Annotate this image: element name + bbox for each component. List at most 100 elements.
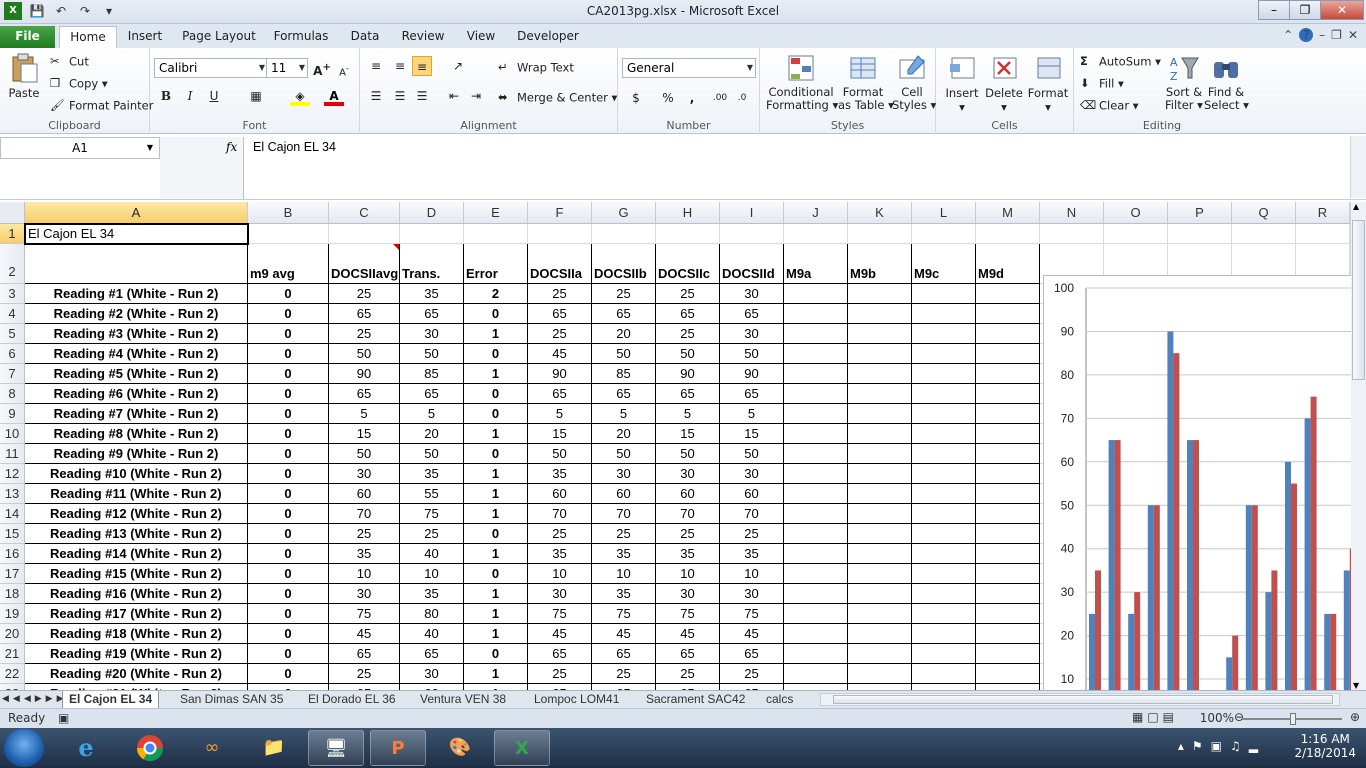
data-cell[interactable]: 0 bbox=[248, 284, 329, 304]
data-cell[interactable]: 1 bbox=[464, 424, 528, 444]
bar-series-2[interactable] bbox=[1114, 440, 1121, 690]
column-title[interactable]: DOCSIId bbox=[720, 244, 784, 284]
column-header-e[interactable]: E bbox=[464, 202, 528, 224]
column-header-i[interactable]: I bbox=[720, 202, 784, 224]
cell[interactable] bbox=[976, 304, 1040, 324]
data-cell[interactable]: 15 bbox=[656, 424, 720, 444]
data-cell[interactable]: 50 bbox=[592, 344, 656, 364]
cell[interactable] bbox=[592, 224, 656, 244]
data-cell[interactable]: 30 bbox=[656, 464, 720, 484]
bar-series-2[interactable] bbox=[1330, 613, 1337, 690]
data-cell[interactable]: 90 bbox=[329, 364, 400, 384]
align-middle-icon[interactable]: ≡ bbox=[390, 56, 410, 76]
excel-taskbar-icon[interactable]: X bbox=[494, 730, 550, 766]
cell[interactable] bbox=[784, 224, 848, 244]
column-title[interactable]: M9a bbox=[784, 244, 848, 284]
powerpoint-icon[interactable]: P bbox=[370, 730, 426, 766]
comma-icon[interactable]: , bbox=[682, 88, 702, 108]
row-header[interactable]: 2 bbox=[0, 244, 25, 284]
data-cell[interactable]: 60 bbox=[592, 484, 656, 504]
doc-restore-icon[interactable]: ❐ bbox=[1331, 28, 1342, 42]
data-cell[interactable]: 10 bbox=[400, 564, 464, 584]
tab-data[interactable]: Data bbox=[346, 26, 384, 48]
row-label[interactable]: Reading #4 (White - Run 2) bbox=[25, 344, 248, 364]
data-cell[interactable]: 25 bbox=[656, 524, 720, 544]
data-cell[interactable]: 25 bbox=[528, 664, 592, 684]
data-cell[interactable]: 0 bbox=[248, 364, 329, 384]
cell[interactable] bbox=[784, 644, 848, 664]
tab-developer[interactable]: Developer bbox=[516, 26, 580, 48]
tab-page-layout[interactable]: Page Layout bbox=[182, 26, 256, 48]
column-header-r[interactable]: R bbox=[1296, 202, 1350, 224]
cell[interactable] bbox=[784, 344, 848, 364]
cell[interactable] bbox=[976, 404, 1040, 424]
font-color-icon[interactable]: A bbox=[324, 86, 344, 106]
data-cell[interactable]: 45 bbox=[528, 344, 592, 364]
data-cell[interactable]: 65 bbox=[400, 304, 464, 324]
cell[interactable] bbox=[848, 224, 912, 244]
align-right-icon[interactable]: ☰ bbox=[412, 86, 432, 106]
cell[interactable] bbox=[656, 224, 720, 244]
cell[interactable] bbox=[976, 524, 1040, 544]
data-cell[interactable]: 55 bbox=[400, 484, 464, 504]
data-cell[interactable]: 50 bbox=[329, 344, 400, 364]
cell[interactable] bbox=[976, 284, 1040, 304]
close-icon[interactable]: ✕ bbox=[1320, 0, 1364, 20]
data-cell[interactable]: 0 bbox=[464, 564, 528, 584]
data-cell[interactable]: 1 bbox=[464, 504, 528, 524]
column-header-q[interactable]: Q bbox=[1232, 202, 1296, 224]
data-cell[interactable]: 90 bbox=[528, 364, 592, 384]
cell-styles-button[interactable]: Cell Styles ▾ bbox=[892, 52, 936, 112]
data-cell[interactable]: 65 bbox=[329, 384, 400, 404]
data-cell[interactable]: 0 bbox=[248, 504, 329, 524]
data-cell[interactable]: 65 bbox=[528, 304, 592, 324]
data-cell[interactable]: 75 bbox=[400, 504, 464, 524]
data-cell[interactable]: 0 bbox=[248, 484, 329, 504]
sheet-tab-el-cajon[interactable]: El Cajon EL 34 bbox=[62, 691, 160, 708]
data-cell[interactable]: 45 bbox=[656, 624, 720, 644]
cell[interactable] bbox=[848, 664, 912, 684]
bar-series-1[interactable] bbox=[1108, 440, 1115, 690]
start-button[interactable] bbox=[4, 729, 44, 767]
column-title[interactable]: m9 avg bbox=[248, 244, 329, 284]
row-header[interactable]: 15 bbox=[0, 524, 25, 544]
data-cell[interactable]: 1 bbox=[464, 664, 528, 684]
data-cell[interactable]: 5 bbox=[400, 404, 464, 424]
data-cell[interactable]: 30 bbox=[720, 324, 784, 344]
bar-series-2[interactable] bbox=[1349, 548, 1351, 690]
cell[interactable] bbox=[400, 224, 464, 244]
font-size-combo[interactable]: 11 ▼ bbox=[266, 58, 308, 78]
bar-series-1[interactable] bbox=[1265, 592, 1272, 690]
sort-filter-button[interactable]: AZ Sort & Filter ▾ bbox=[1164, 52, 1204, 112]
font-name-combo[interactable]: Calibri ▼ bbox=[154, 58, 268, 78]
cell[interactable] bbox=[784, 364, 848, 384]
minimize-ribbon-icon[interactable]: ⌃ bbox=[1283, 28, 1293, 42]
cell[interactable] bbox=[784, 544, 848, 564]
decrease-decimal-icon[interactable]: .0 bbox=[732, 88, 752, 108]
data-cell[interactable]: 0 bbox=[248, 304, 329, 324]
data-cell[interactable]: 0 bbox=[464, 304, 528, 324]
data-cell[interactable]: 45 bbox=[720, 624, 784, 644]
data-cell[interactable]: 10 bbox=[656, 564, 720, 584]
row-header[interactable]: 22 bbox=[0, 664, 25, 684]
cell[interactable] bbox=[848, 444, 912, 464]
cell[interactable] bbox=[848, 344, 912, 364]
cell[interactable] bbox=[848, 644, 912, 664]
column-title[interactable]: DOCSIIc bbox=[656, 244, 720, 284]
data-cell[interactable]: 90 bbox=[720, 364, 784, 384]
data-cell[interactable]: 50 bbox=[720, 444, 784, 464]
data-cell[interactable]: 25 bbox=[656, 324, 720, 344]
help-icon[interactable]: ? bbox=[1299, 28, 1314, 42]
row-label[interactable]: Reading #5 (White - Run 2) bbox=[25, 364, 248, 384]
row-label[interactable]: Reading #11 (White - Run 2) bbox=[25, 484, 248, 504]
bold-icon[interactable]: B bbox=[156, 86, 176, 106]
data-cell[interactable]: 0 bbox=[248, 424, 329, 444]
column-title[interactable]: M9b bbox=[848, 244, 912, 284]
cell[interactable] bbox=[848, 524, 912, 544]
data-cell[interactable]: 35 bbox=[592, 584, 656, 604]
clear-button[interactable]: ⌫ Clear ▾ bbox=[1080, 98, 1139, 114]
cell[interactable] bbox=[912, 564, 976, 584]
cell[interactable] bbox=[1104, 224, 1168, 244]
restore-icon[interactable]: ❐ bbox=[1289, 0, 1321, 20]
row-header[interactable]: 11 bbox=[0, 444, 25, 464]
